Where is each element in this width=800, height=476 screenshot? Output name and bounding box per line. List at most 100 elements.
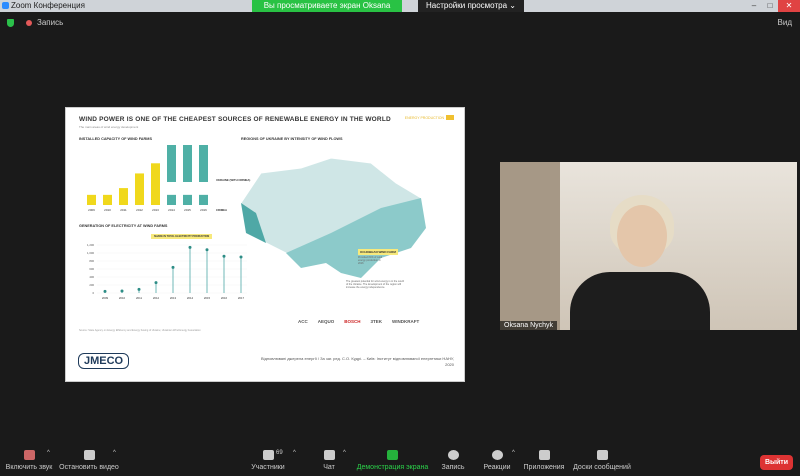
share-label: Демонстрация экрана — [356, 464, 429, 471]
chat-button[interactable]: Чат — [315, 440, 343, 471]
window-titlebar: Zoom Конференция Вы просматриваете экран… — [0, 0, 800, 22]
video-options-caret[interactable]: ^ — [113, 450, 116, 456]
bar-ukraine — [103, 194, 112, 205]
tag-box — [446, 115, 454, 120]
capacity-bar-chart: 2009 2010 2011 2012 2013 2014 2015 2016 — [87, 145, 208, 212]
wind-note: Provided 84% of wind energy production i… — [358, 256, 383, 265]
meeting-topbar: Запись Вид — [0, 12, 800, 32]
participants-caret[interactable]: ^ — [293, 450, 296, 456]
x-tick-label: 2011 — [136, 296, 142, 300]
zoom-app-icon — [2, 2, 9, 9]
potential-note: The greatest potential for wind energy i… — [346, 280, 405, 289]
data-point — [205, 248, 209, 252]
x-tick-label: 2009 — [102, 296, 109, 300]
y-tick-label: 200 — [89, 283, 94, 287]
record-button[interactable]: Запись — [437, 440, 469, 471]
y-tick-label: 600 — [89, 267, 94, 271]
reactions-label: Реакции — [483, 464, 511, 471]
video-button[interactable]: Остановить видео — [58, 440, 120, 471]
y-tick-label: 1,200 — [87, 243, 94, 247]
y-tick-label: 1,000 — [87, 251, 94, 255]
window-title: Zoom Конференция — [11, 1, 85, 10]
footnote: Source: State Agency on Energy Efficienc… — [79, 329, 201, 332]
logo-bosch: BOSCH — [344, 319, 361, 324]
logo-acc: ACC — [298, 319, 308, 324]
label-crimea: CRIMEA — [216, 208, 228, 212]
reactions-caret[interactable]: ^ — [512, 450, 515, 456]
chart1-title: INSTALLED CAPACITY OF WIND FARMS — [79, 137, 152, 141]
record-label: Запись — [441, 464, 465, 471]
data-point — [137, 287, 141, 291]
bar-x-tick: 2009 — [88, 208, 95, 212]
recording-indicator[interactable]: Запись — [37, 18, 63, 27]
generation-line-chart: 0 200 400 600 800 1,000 1,200 2009 2010 2011 2012 2… — [87, 243, 247, 300]
share-label: SHARE IN TOTAL ELECTRICITY PRODUCTION — [151, 234, 213, 239]
logo-aequo: AEQUO — [317, 319, 335, 324]
reactions-icon — [491, 450, 503, 460]
data-point — [171, 265, 175, 269]
bar-x-tick: 2015 — [184, 208, 191, 212]
x-tick-label: 2012 — [153, 296, 160, 300]
bar-ukraine — [135, 173, 144, 205]
chart2-title: GENERATION OF ELECTRICITY AT WIND FARMS — [79, 224, 168, 228]
bar-x-tick: 2012 — [136, 208, 143, 212]
apps-icon — [538, 450, 550, 460]
participant-video[interactable]: Oksana Nychyk — [500, 162, 797, 330]
logo-3tek: 3TEK — [370, 319, 383, 324]
maximize-button[interactable]: □ — [762, 0, 778, 12]
video-label: Остановить видео — [59, 464, 119, 471]
x-tick-label: 2014 — [187, 296, 194, 300]
video-background — [500, 162, 560, 330]
y-tick-label: 800 — [89, 259, 94, 263]
data-point — [222, 254, 226, 258]
bar-ukraine-mainland- — [199, 145, 208, 182]
minimize-button[interactable]: – — [746, 0, 762, 12]
participants-icon — [262, 450, 274, 460]
x-tick-label: 2010 — [119, 296, 126, 300]
shared-slide: WIND POWER IS ONE OF THE CHEAPEST SOURCE… — [65, 107, 465, 382]
chat-caret[interactable]: ^ — [343, 450, 346, 456]
logo-windkraft: WINDKRAFT — [392, 319, 420, 324]
participants-count: 69 — [276, 450, 283, 456]
bar-x-tick: 2013 — [152, 208, 159, 212]
bar-x-tick: 2016 — [200, 208, 207, 212]
whiteboard-icon — [596, 450, 608, 460]
bar-ukraine-mainland- — [167, 145, 176, 182]
apps-button[interactable]: Приложения — [522, 440, 566, 471]
slide-subtitle: The main areas of wind energy developmen… — [79, 125, 139, 129]
apps-label: Приложения — [523, 464, 565, 471]
slide-tag: ENERGY PRODUCTION — [404, 116, 444, 120]
view-button[interactable]: Вид — [778, 18, 792, 27]
bar-ukraine-mainland- — [183, 145, 192, 182]
audio-options-caret[interactable]: ^ — [47, 450, 50, 456]
microphone-muted-icon — [23, 450, 35, 460]
x-tick-label: 2017 — [238, 296, 245, 300]
bar-x-tick: 2011 — [120, 208, 127, 212]
reactions-button[interactable]: Реакции — [480, 440, 514, 471]
bar-ukraine — [151, 163, 160, 205]
bar-x-tick: 2014 — [168, 208, 175, 212]
bar-x-tick: 2010 — [104, 208, 111, 212]
chat-label: Чат — [323, 464, 335, 471]
mute-label: Включить звук — [5, 464, 53, 471]
leave-button[interactable]: Выйти — [760, 455, 793, 470]
meeting-toolbar: Включить звук ^ Остановить видео ^ Участ… — [0, 440, 800, 476]
share-banner: Вы просматриваете экран Oksana Nychyk — [252, 0, 402, 22]
whiteboards-button[interactable]: Доски сообщений — [572, 440, 632, 471]
close-button[interactable]: ✕ — [778, 0, 800, 12]
person-face — [617, 205, 667, 267]
partner-logos: ACC AEQUO BOSCH 3TEK WINDKRAFT — [298, 319, 419, 324]
person-body — [570, 272, 710, 330]
y-tick-label: 0 — [92, 291, 94, 295]
chat-icon — [323, 450, 335, 460]
share-screen-button[interactable]: Демонстрация экрана — [355, 440, 430, 471]
record-icon — [447, 450, 459, 460]
bar-ukraine — [87, 194, 96, 205]
data-point — [120, 289, 124, 293]
security-shield-icon[interactable] — [7, 19, 14, 27]
x-tick-label: 2013 — [170, 296, 177, 300]
participant-name: Oksana Nychyk — [500, 321, 558, 330]
bar-crimea — [183, 194, 192, 205]
x-tick-label: 2015 — [204, 296, 211, 300]
view-options-button[interactable]: Настройки просмотра ⌄ — [418, 0, 524, 12]
